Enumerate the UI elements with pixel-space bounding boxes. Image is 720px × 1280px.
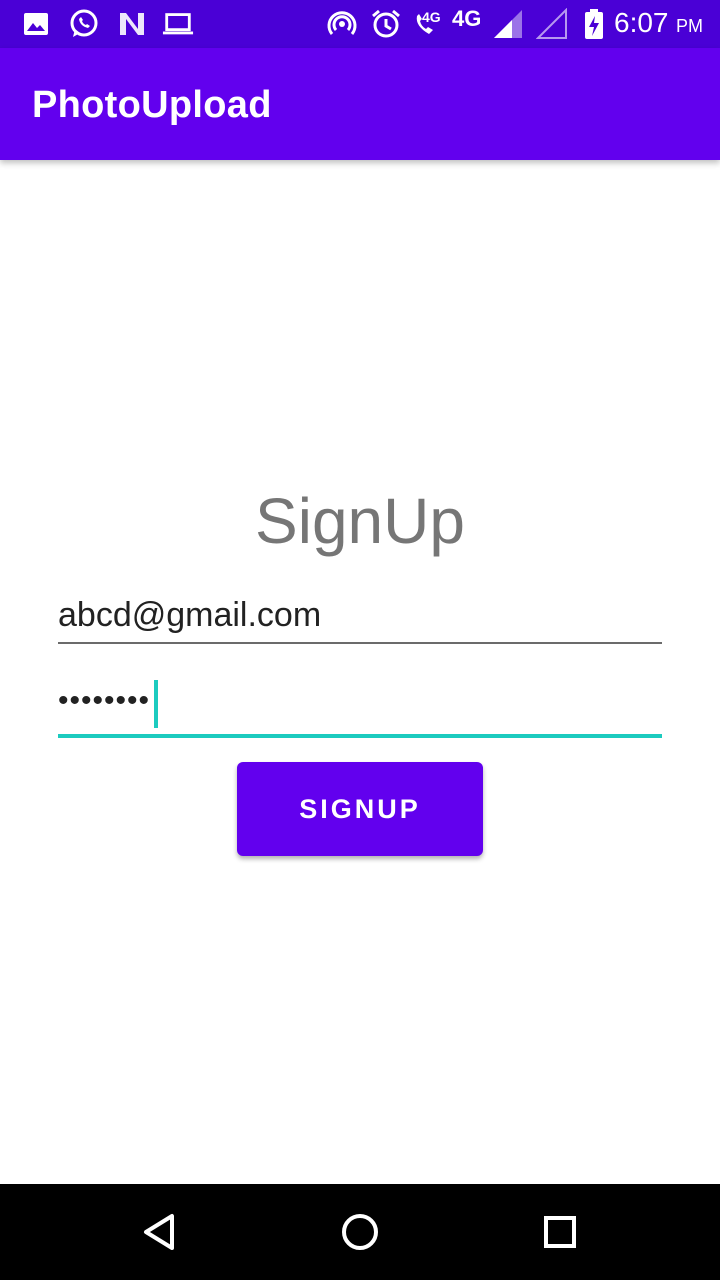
laptop-icon — [162, 8, 194, 40]
email-field[interactable]: abcd@gmail.com — [58, 590, 662, 644]
signal-empty-icon — [536, 8, 568, 40]
password-input-value: •••••••• — [58, 684, 151, 717]
signal-icon — [492, 8, 524, 40]
signup-button[interactable]: SIGNUP — [237, 762, 483, 856]
home-icon[interactable] — [336, 1208, 384, 1256]
page-title: SignUp — [255, 485, 465, 557]
back-icon[interactable] — [136, 1208, 184, 1256]
volte-label: 4G — [422, 9, 441, 25]
gallery-icon — [20, 8, 52, 40]
status-bar: 4G 4G 6:07 PM — [0, 0, 720, 48]
network-label: 4G — [452, 6, 482, 31]
status-ampm: PM — [676, 16, 703, 36]
signup-button-label: SIGNUP — [299, 793, 421, 824]
app-bar: PhotoUpload — [0, 48, 720, 160]
app-title: PhotoUpload — [32, 84, 272, 126]
screen: 4G 4G 6:07 PM PhotoUpload SignUp abcd@gm… — [0, 0, 720, 1280]
status-time: 6:07 — [614, 7, 669, 38]
password-field[interactable]: •••••••• — [58, 676, 662, 738]
alarm-icon — [370, 8, 402, 40]
navigation-bar — [0, 1184, 720, 1280]
whatsapp-icon — [68, 8, 100, 40]
text-cursor — [154, 680, 158, 728]
recents-icon[interactable] — [536, 1208, 584, 1256]
battery-charging-icon — [578, 8, 610, 40]
n-app-icon — [116, 8, 148, 40]
email-input-value: abcd@gmail.com — [58, 596, 322, 634]
hotspot-icon — [326, 8, 358, 40]
